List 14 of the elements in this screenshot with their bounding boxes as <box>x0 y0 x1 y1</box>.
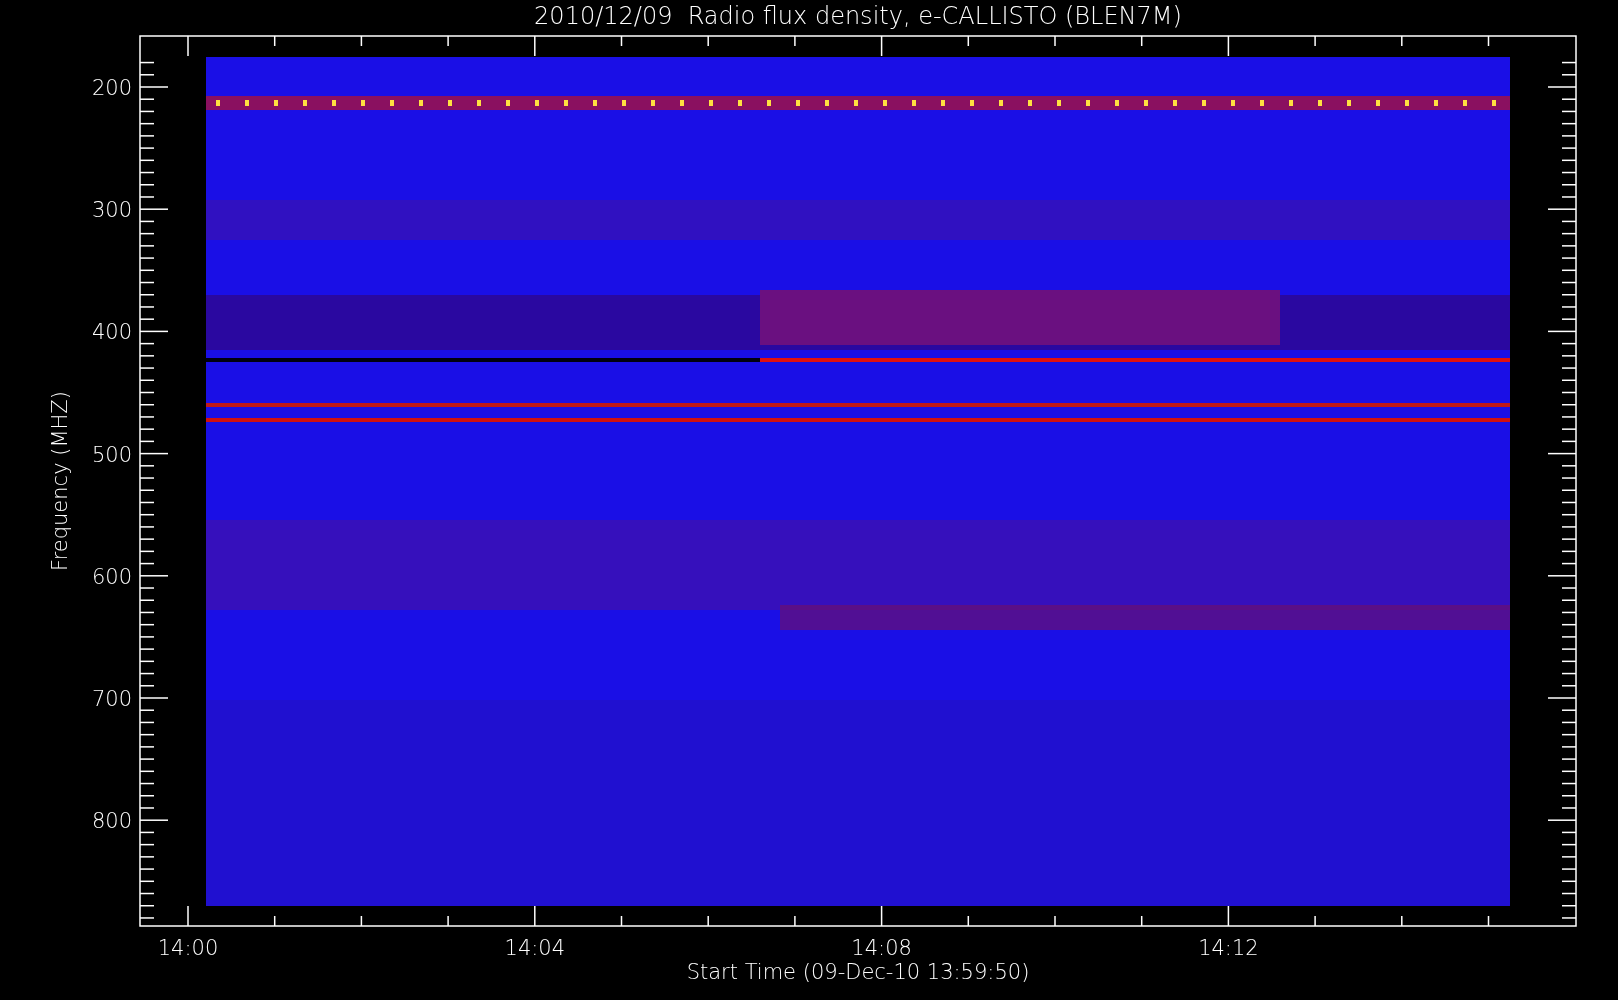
x-tick-label: 14:08 <box>851 936 912 960</box>
y-tick-label: 400 <box>91 320 132 345</box>
y-tick-label: 300 <box>91 198 132 223</box>
chart-title: 2010/12/09 Radio flux density, e-CALLISTO (BLEN7M) <box>534 2 1182 30</box>
y-tick-label: 600 <box>91 564 132 589</box>
y-tick-label: 200 <box>91 76 132 100</box>
x-tick-label: 14:04 <box>504 936 566 960</box>
y-tick-label: 500 <box>91 442 132 467</box>
x-tick-label: 14:00 <box>157 936 219 960</box>
y-tick-label: 700 <box>91 687 132 711</box>
y-axis-label: Frequency (MHZ) <box>48 391 72 571</box>
x-tick-label: 14:12 <box>1198 936 1259 960</box>
x-axis-label: Start Time (09-Dec-10 13:59:50) <box>686 960 1030 984</box>
y-tick-label: 800 <box>91 809 132 834</box>
